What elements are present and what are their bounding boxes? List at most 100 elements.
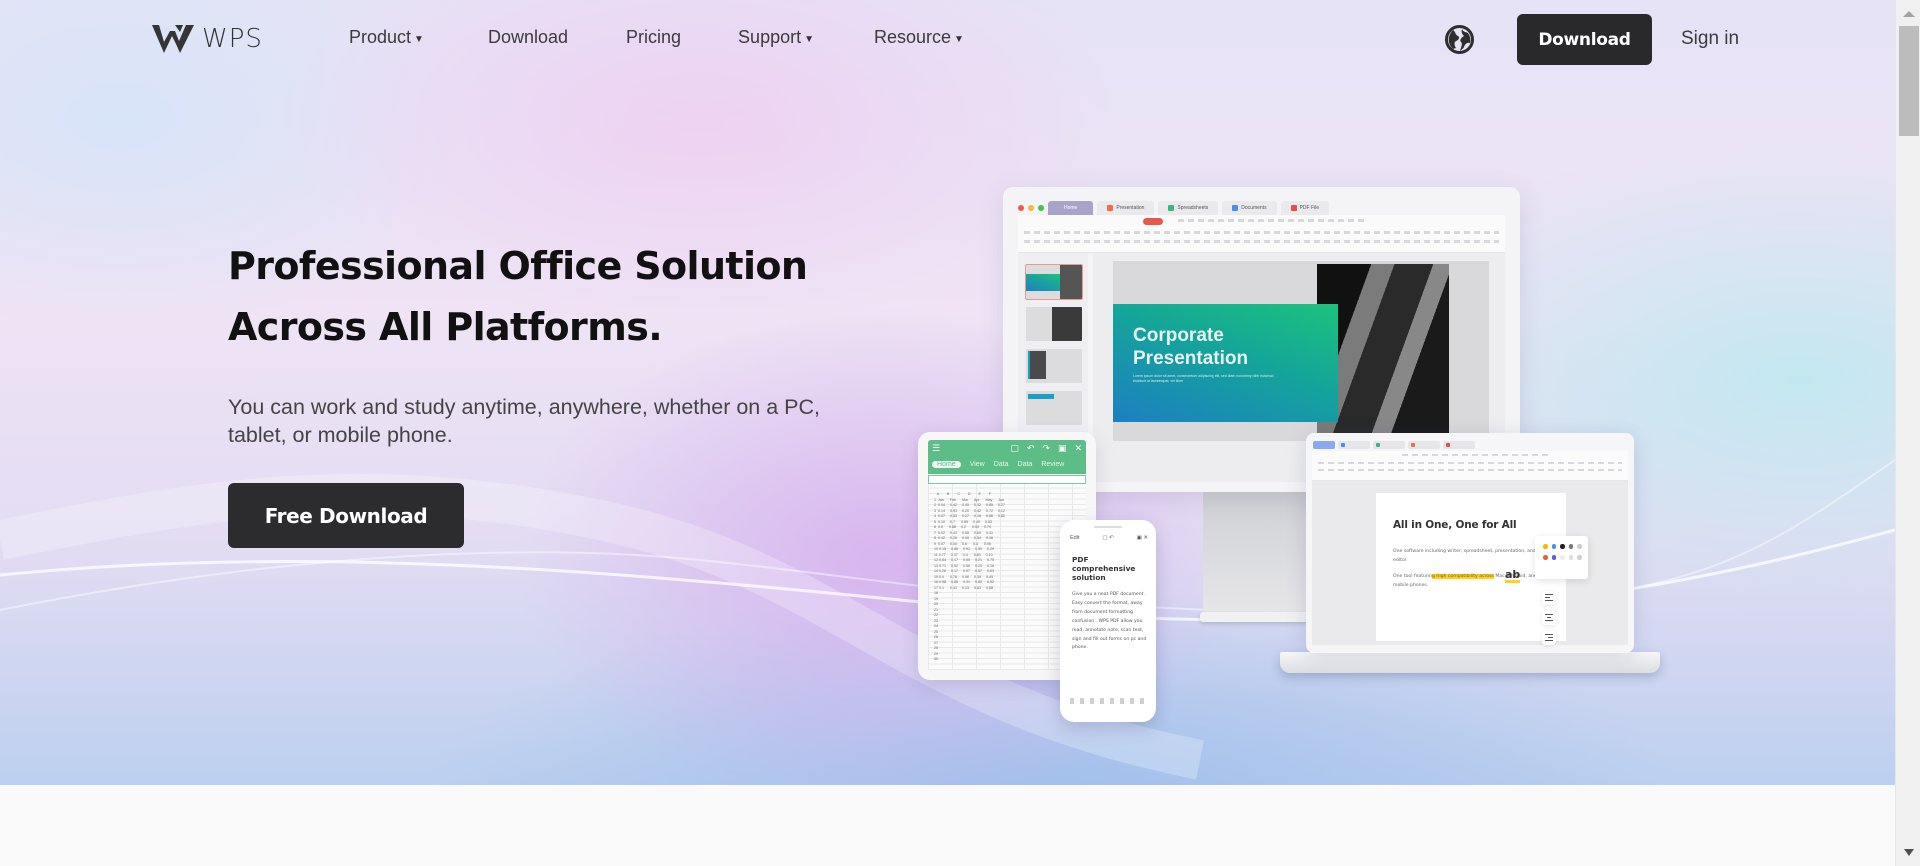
document-icon	[1232, 205, 1239, 211]
scroll-down-icon[interactable]	[1904, 849, 1914, 856]
document-title: All in One, One for All	[1393, 519, 1517, 531]
caret-down-icon: ▼	[414, 33, 424, 45]
laptop-base	[1280, 652, 1660, 673]
monitor-ribbon	[1018, 215, 1505, 253]
logo-text: WPS	[202, 24, 263, 54]
slide-title: Corporate Presentation	[1133, 324, 1248, 370]
color-swatch	[1568, 555, 1573, 560]
phone-body: Give you a neat PDF document . Easy conv…	[1072, 592, 1147, 651]
monitor-stand	[1203, 492, 1308, 612]
phone-toolbar: Edit ▢ ↶ ▣ ✕	[1070, 535, 1148, 541]
ribbon-tools-row	[1024, 231, 1499, 234]
nav-support-label: Support	[738, 27, 802, 47]
color-palette	[1535, 536, 1588, 579]
presentation-icon	[1107, 205, 1114, 211]
color-swatch	[1560, 555, 1565, 560]
nav-product-label: Product	[349, 27, 412, 47]
spreadsheet-tab-data-2: Data	[1017, 461, 1033, 468]
text-highlight-icon: ab	[1505, 568, 1521, 583]
sign-in-link[interactable]: Sign in	[1681, 28, 1739, 50]
monitor-tab-presentation-label: Presentation	[1116, 205, 1145, 211]
spreadsheet-tabs: Home View Data Data Review	[932, 461, 1064, 468]
hero-title: Professional Office Solution Across All …	[228, 236, 868, 358]
ribbon-tools-row	[1318, 469, 1622, 471]
paragraph-text: One tool featurin	[1393, 574, 1433, 579]
wps-logo[interactable]: WPS	[150, 22, 263, 56]
scrollbar[interactable]	[1895, 0, 1920, 866]
nav-pricing[interactable]: Pricing	[626, 27, 681, 48]
hero-subtitle: You can work and study anytime, anywhere…	[228, 395, 820, 447]
free-download-button[interactable]: Free Download	[228, 483, 464, 548]
nav-download[interactable]: Download	[488, 27, 568, 48]
spreadsheet-cells: A B C D E F 1 Jan Feb Mar Apr May Jun 2 …	[934, 492, 1005, 661]
window-maximize-dot	[1038, 205, 1044, 211]
monitor-tab-pdf: PDF File	[1280, 201, 1330, 215]
main-nav: Product ▼ Download Pricing Support ▼ Res…	[349, 27, 964, 48]
nav-resource-label: Resource	[874, 27, 952, 47]
formula-bar	[928, 475, 1086, 484]
spreadsheet-icon	[1168, 205, 1175, 211]
close-icon: ▣ ✕	[1136, 535, 1148, 541]
laptop-mockup: All in One, One for All One software inc…	[1306, 433, 1634, 653]
slide-body: Lorem ipsum dolor sit amet, consectetuer…	[1133, 374, 1274, 383]
scroll-up-icon[interactable]	[1903, 11, 1915, 17]
monitor-tab-home: Home	[1048, 201, 1094, 215]
spreadsheet-tab-home: Home	[932, 461, 961, 468]
hero-section: WPS Product ▼ Download Pricing Support ▼	[0, 0, 1895, 785]
laptop-tab-home	[1313, 441, 1335, 449]
slide-thumbnail	[1026, 307, 1082, 341]
ribbon-menu-row	[1178, 219, 1365, 222]
site-header: WPS Product ▼ Download Pricing Support ▼	[0, 0, 1895, 78]
scrollbar-thumb[interactable]	[1899, 26, 1919, 136]
page: WPS Product ▼ Download Pricing Support ▼	[0, 0, 1895, 866]
monitor-tab-pdf-label: PDF File	[1299, 205, 1320, 211]
ribbon-menu-row	[1402, 454, 1548, 456]
ribbon-home-tab	[1143, 218, 1163, 225]
nav-download-label: Download	[487, 27, 569, 47]
page-icon: ▣	[1057, 444, 1067, 454]
next-section	[0, 785, 1895, 866]
phone-bottom-toolbar	[1070, 698, 1148, 704]
slide-title-line1: Corporate	[1133, 325, 1224, 346]
document-paragraph: One software including writer, spreadshe…	[1393, 549, 1547, 563]
window-close-dot	[1018, 205, 1024, 211]
spreadsheet-tab-review: Review	[1041, 461, 1065, 468]
nav-pricing-label: Pricing	[626, 27, 682, 47]
spreadsheet-header: ☰ ▢ ↶ ↷ ▣ ✕ Home View Data Data Review	[928, 440, 1086, 474]
slide-title-band: Corporate Presentation Lorem ipsum dolor…	[1113, 304, 1338, 422]
monitor-tab-presentation: Presentation	[1097, 201, 1155, 215]
undo-icon: ↶	[1026, 444, 1035, 454]
nav-resource[interactable]: Resource ▼	[874, 27, 964, 48]
document-canvas: All in One, One for All One software inc…	[1312, 481, 1628, 645]
slide-thumbnail	[1025, 264, 1083, 300]
pdf-icon	[1290, 205, 1297, 211]
caret-down-icon: ▼	[954, 33, 964, 45]
redo-icon: ↷	[1042, 444, 1050, 454]
save-icon: ▢	[1010, 444, 1019, 454]
color-swatch	[1543, 544, 1548, 549]
spreadsheet-toolbar-icons: ▢ ↶ ↷ ▣ ✕	[1010, 444, 1082, 454]
menu-icon: ☰	[932, 444, 941, 454]
monitor-tab-bar: Home Presentation Spreadsheets Documents…	[1018, 201, 1330, 215]
globe-icon[interactable]	[1444, 24, 1475, 55]
ribbon-tools-row	[1024, 240, 1499, 243]
highlighted-text: g high compatibility across	[1432, 574, 1494, 579]
slide: Corporate Presentation Lorem ipsum dolor…	[1113, 261, 1489, 441]
laptop-tab-documents	[1338, 441, 1370, 449]
spreadsheet-tab-data: Data	[993, 461, 1009, 468]
monitor-tab-spreadsheets-label: Spreadsheets	[1177, 205, 1209, 211]
nav-support[interactable]: Support ▼	[738, 27, 814, 48]
color-swatch	[1568, 544, 1573, 549]
save-icon: ▢ ↶	[1102, 535, 1114, 541]
caret-down-icon: ▼	[804, 33, 814, 45]
laptop-ribbon	[1312, 451, 1628, 481]
slide-thumbnail	[1026, 349, 1082, 383]
nav-product[interactable]: Product ▼	[349, 27, 424, 48]
monitor-tab-spreadsheets: Spreadsheets	[1158, 201, 1219, 215]
laptop-tab-bar	[1313, 441, 1475, 449]
header-download-button[interactable]: Download	[1517, 14, 1652, 65]
wps-logo-icon	[152, 25, 194, 53]
spreadsheet-tab-view: View	[969, 461, 985, 468]
phone-mockup: Edit ▢ ↶ ▣ ✕ PDF comprehensive solution …	[1060, 520, 1156, 722]
slide-title-line2: Presentation	[1133, 348, 1249, 369]
